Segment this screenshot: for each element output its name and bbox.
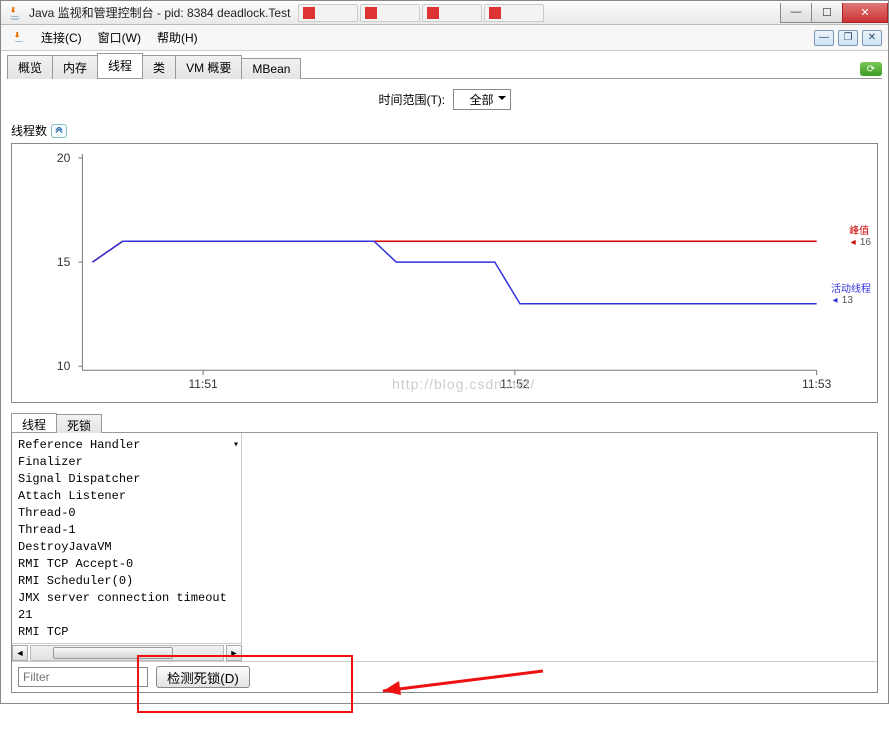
tab-vmsummary[interactable]: VM 概要	[175, 55, 242, 79]
ghost-tab	[484, 4, 544, 22]
thread-list-item[interactable]: RMI TCP Accept-0	[18, 556, 235, 573]
thread-list-item[interactable]: Thread-1	[18, 522, 235, 539]
refresh-icon[interactable]: ⟳	[860, 62, 882, 76]
horizontal-scrollbar[interactable]: ◄ ►	[12, 643, 242, 661]
main-tabstrip: 概览 内存 线程 类 VM 概要 MBean ⟳	[7, 57, 882, 79]
xtick: 11:53	[802, 377, 832, 391]
scroll-thumb[interactable]	[53, 647, 173, 659]
subtab-threads[interactable]: 线程	[11, 413, 57, 432]
menu-connect[interactable]: 连接(C)	[33, 27, 90, 49]
chart-title: 线程数	[11, 122, 47, 139]
legend-peak: 峰值 ◂ 16	[849, 222, 871, 248]
scroll-track[interactable]	[30, 645, 224, 661]
ytick: 20	[57, 151, 71, 165]
thread-list-item[interactable]: Signal Dispatcher	[18, 471, 235, 488]
thread-list-item[interactable]: JMX server connection timeout 21	[18, 590, 235, 624]
tab-memory[interactable]: 内存	[52, 55, 98, 79]
chevron-up-icon	[55, 127, 63, 135]
ytick: 10	[57, 359, 71, 373]
time-range-value: 全部	[469, 93, 493, 107]
mdi-close-button[interactable]: ✕	[862, 30, 882, 46]
tab-threads[interactable]: 线程	[97, 53, 143, 78]
legend-live: 活动线程 ◂ 13	[831, 280, 871, 306]
time-range-select[interactable]: 全部	[453, 89, 511, 110]
mdi-restore-button[interactable]: ❐	[838, 30, 858, 46]
window-buttons: — ☐ ✕	[781, 3, 888, 23]
maximize-button[interactable]: ☐	[811, 3, 843, 23]
time-range-label: 时间范围(T):	[378, 93, 445, 107]
thread-list-item[interactable]: DestroyJavaVM	[18, 539, 235, 556]
thread-list-item[interactable]: Thread-0	[18, 505, 235, 522]
thread-list[interactable]: ▾ Reference HandlerFinalizerSignal Dispa…	[12, 433, 242, 643]
thread-list-item[interactable]: Finalizer	[18, 454, 235, 471]
ytick: 15	[57, 255, 71, 269]
close-button[interactable]: ✕	[842, 3, 888, 23]
chart-collapse-button[interactable]	[51, 124, 67, 138]
ghost-tab	[360, 4, 420, 22]
thread-list-item[interactable]: Attach Listener	[18, 488, 235, 505]
threads-panel: 线程 死锁 ▾ Reference HandlerFinalizerSignal…	[1, 413, 888, 703]
ghost-tab	[422, 4, 482, 22]
minimize-button[interactable]: —	[780, 3, 812, 23]
thread-list-item[interactable]: RMI Scheduler(0)	[18, 573, 235, 590]
ghost-tab	[298, 4, 358, 22]
chart-section: 时间范围(T): 全部 线程数 20 15 10	[1, 79, 888, 413]
scroll-right-button[interactable]: ►	[226, 645, 242, 661]
chart-canvas: 20 15 10 11:51 11:52 11:53 峰值 ◂	[11, 143, 878, 403]
tab-overview[interactable]: 概览	[7, 55, 53, 79]
scroll-left-button[interactable]: ◄	[12, 645, 28, 661]
xtick: 11:51	[188, 377, 218, 391]
sort-indicator-icon: ▾	[233, 437, 239, 454]
thread-detail-pane	[242, 433, 877, 643]
java-icon	[7, 5, 23, 21]
series-peak	[92, 241, 816, 262]
filter-input[interactable]	[18, 667, 148, 687]
subtabs: 线程 死锁	[11, 413, 878, 433]
browser-tab-ghosts	[298, 4, 544, 22]
os-titlebar: Java 监视和管理控制台 - pid: 8384 deadlock.Test …	[1, 1, 888, 25]
app-window: Java 监视和管理控制台 - pid: 8384 deadlock.Test …	[0, 0, 889, 704]
window-title: Java 监视和管理控制台 - pid: 8384 deadlock.Test	[29, 4, 290, 21]
menu-help[interactable]: 帮助(H)	[149, 27, 206, 49]
thread-list-frame: ▾ Reference HandlerFinalizerSignal Dispa…	[11, 433, 878, 693]
thread-list-item[interactable]: Reference Handler	[18, 437, 235, 454]
thread-list-item[interactable]: RMI TCP Connection(9)-172.20.13.6	[18, 624, 235, 643]
subtab-deadlock[interactable]: 死锁	[56, 414, 102, 433]
mdi-minimize-button[interactable]: —	[814, 30, 834, 46]
menubar: 连接(C) 窗口(W) 帮助(H) — ❐ ✕	[1, 25, 888, 51]
watermark: http://blog.csdn.net/	[392, 376, 535, 392]
chart-svg: 20 15 10 11:51 11:52 11:53	[12, 144, 877, 402]
tab-classes[interactable]: 类	[142, 55, 176, 79]
series-live	[92, 241, 816, 304]
tab-mbeans[interactable]: MBean	[241, 58, 301, 79]
java-icon	[11, 30, 27, 46]
menu-window[interactable]: 窗口(W)	[90, 27, 149, 49]
detect-deadlock-button[interactable]: 检测死锁(D)	[156, 666, 250, 688]
